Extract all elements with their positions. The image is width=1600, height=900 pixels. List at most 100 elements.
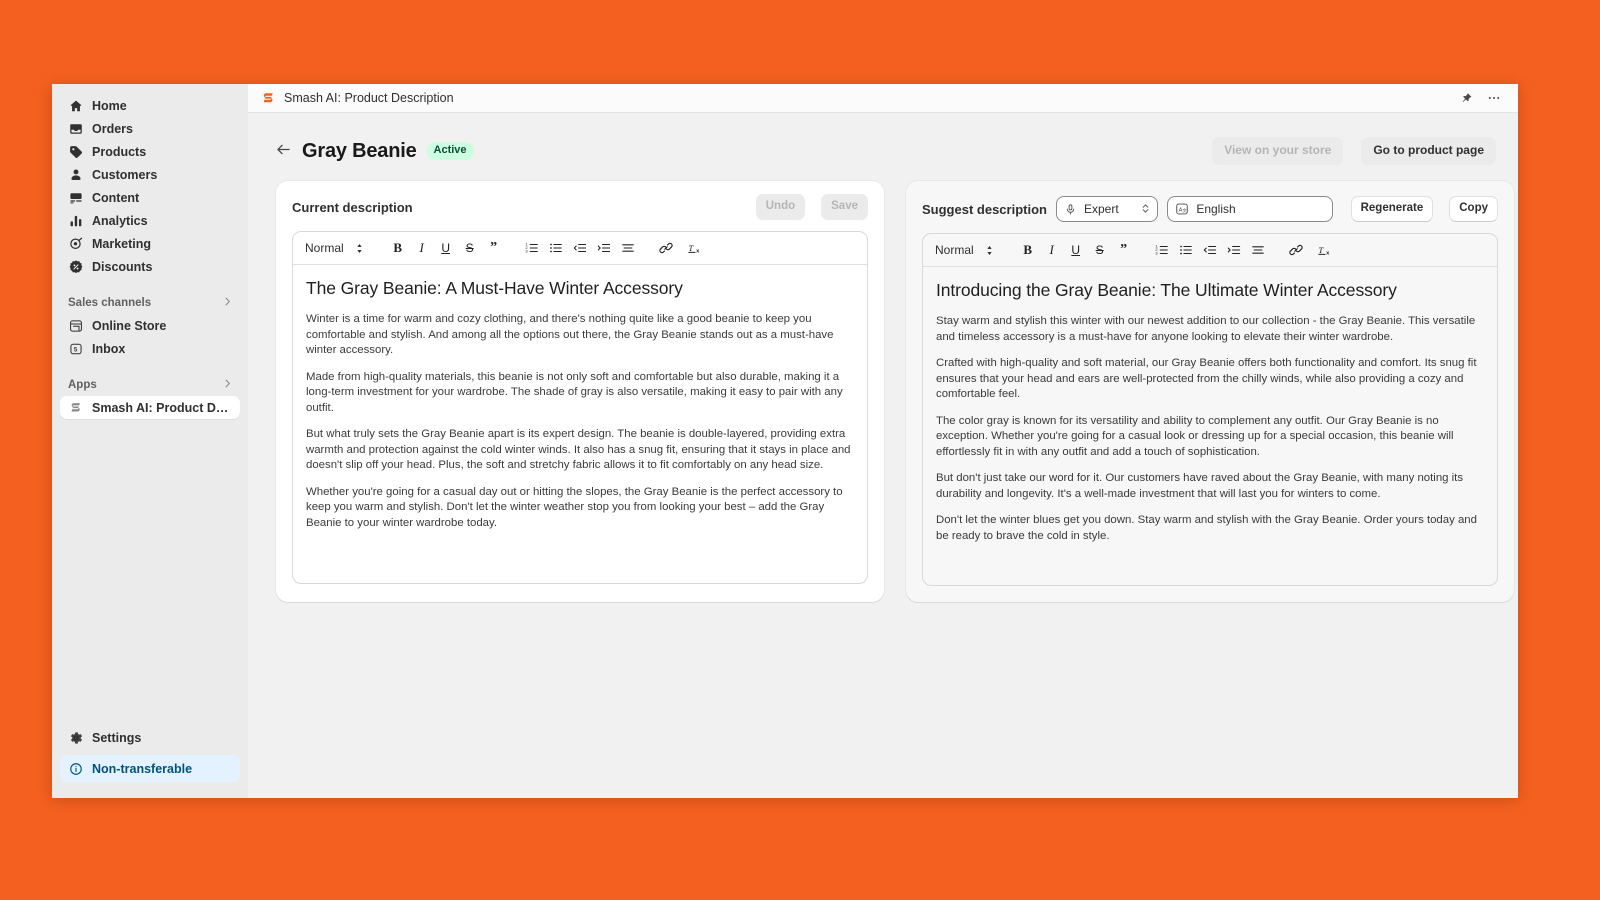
panels-row: Current description Undo Save Normal B I U S… (248, 171, 1518, 602)
sidebar-section-sales-channels[interactable]: Sales channels (60, 292, 240, 314)
svg-text:3: 3 (1155, 251, 1158, 256)
stepper-updown-icon[interactable] (979, 239, 1001, 261)
right-toolbar-blockquote[interactable]: ” (1113, 239, 1135, 261)
page-title: Gray Beanie (302, 139, 417, 162)
arrow-left-icon[interactable] (276, 143, 292, 160)
right-editor-body[interactable]: Introducing the Gray Beanie: The Ultimat… (923, 267, 1497, 585)
sidebar-item-discounts[interactable]: Discounts (60, 255, 240, 278)
right-toolbar-ordered-list[interactable]: 123 (1151, 239, 1173, 261)
right-toolbar-outdent[interactable] (1199, 239, 1221, 261)
tone-select[interactable]: Expert (1055, 196, 1159, 222)
right-doc-paragraphs: Stay warm and stylish this winter with o… (936, 314, 1484, 544)
copy-button[interactable]: Copy (1449, 196, 1498, 222)
left-doc-paragraph: But what truly sets the Gray Beanie apar… (306, 428, 851, 471)
language-select[interactable]: A文 English (1167, 196, 1333, 222)
right-doc-paragraph: But don't just take our word for it. Our… (936, 472, 1464, 500)
sidebar-item-smash-ai-product-descri[interactable]: Smash AI: Product Descri... (60, 396, 240, 419)
sidebar-item-settings[interactable]: Settings (60, 726, 240, 749)
sidebar-item-label: Smash AI: Product Descri... (92, 400, 232, 415)
sidebar-item-products[interactable]: Products (60, 140, 240, 163)
svg-text:x: x (1326, 251, 1330, 257)
sidebar-item-label: Products (92, 144, 147, 159)
suggest-description-panel: Suggest description Expert A 文 English R… (906, 181, 1514, 602)
svg-text:T: T (1319, 245, 1325, 255)
left-toolbar-underline[interactable]: U (435, 237, 457, 259)
svg-text:3: 3 (525, 249, 528, 254)
page-body: Gray Beanie Active View on your store Go… (248, 113, 1518, 798)
right-toolbar-clear-format[interactable]: Tx (1315, 239, 1337, 261)
view-on-your-store-button[interactable]: View on your store (1212, 137, 1344, 165)
stepper-updown-icon[interactable] (349, 237, 371, 259)
left-toolbar-link[interactable] (655, 237, 677, 259)
right-panel-header: Suggest description Expert A 文 English R… (922, 196, 1498, 222)
right-toolbar-underline[interactable]: U (1065, 239, 1087, 261)
left-doc-paragraph: Whether you're going for a casual day ou… (306, 485, 843, 529)
right-doc-paragraph: Crafted with high-quality and soft mater… (936, 357, 1477, 400)
left-toolbar-block-format[interactable]: Normal (302, 241, 347, 255)
sidebar-notice-label: Non-transferable (92, 761, 193, 776)
smash-s-logo (68, 400, 83, 415)
left-toolbar-ordered-list[interactable]: 123 (521, 237, 543, 259)
right-toolbar-bullet-list[interactable] (1175, 239, 1197, 261)
sidebar-section-apps[interactable]: Apps (60, 374, 240, 396)
undo-button[interactable]: Undo (755, 194, 806, 220)
sidebar-item-analytics[interactable]: Analytics (60, 209, 240, 232)
left-toolbar-strikethrough[interactable]: S (459, 237, 481, 259)
sidebar-notice-non-transferable[interactable]: Non-transferable (60, 755, 240, 782)
left-toolbar-indent[interactable] (593, 237, 615, 259)
sidebar-item-orders[interactable]: Orders (60, 117, 240, 140)
marketing-target-icon (68, 236, 83, 251)
left-toolbar-italic[interactable]: I (411, 237, 433, 259)
status-badge: Active (426, 142, 474, 160)
left-editor-body[interactable]: The Gray Beanie: A Must-Have Winter Acce… (293, 265, 867, 583)
left-toolbar-clear-format[interactable]: Tx (685, 237, 707, 259)
sidebar-section-label: Apps (68, 379, 97, 391)
page-title-row: Gray Beanie Active View on your store Go… (248, 113, 1518, 171)
right-toolbar-block-format[interactable]: Normal (932, 243, 977, 257)
sidebar-bottom: Settings Non-transferable (60, 726, 240, 788)
sidebar-item-content[interactable]: Content (60, 186, 240, 209)
app-header: Smash AI: Product Description (248, 84, 1518, 113)
regenerate-button[interactable]: Regenerate (1350, 196, 1434, 222)
sidebar-item-label: Online Store (92, 318, 167, 333)
left-doc-paragraph: Made from high-quality materials, this b… (306, 370, 843, 414)
sidebar: Home Orders Products Customers Content Analyt… (52, 84, 248, 798)
chevron-right-icon (223, 296, 232, 310)
content-icon (68, 190, 83, 205)
right-toolbar-link[interactable] (1285, 239, 1307, 261)
right-doc-paragraph: Stay warm and stylish this winter with o… (936, 315, 1476, 343)
sidebar-section-label: Sales channels (68, 297, 152, 309)
left-doc-paragraphs: Winter is a time for warm and cozy cloth… (306, 312, 854, 531)
left-doc-paragraph: Winter is a time for warm and cozy cloth… (306, 313, 834, 356)
svg-text:T: T (689, 243, 695, 253)
app-window: Home Orders Products Customers Content Analyt… (52, 84, 1518, 798)
sidebar-item-label: Inbox (92, 341, 126, 356)
main-area: Smash AI: Product Description Gray Beani… (248, 84, 1518, 798)
ellipsis-icon[interactable] (1484, 88, 1504, 108)
pin-icon[interactable] (1456, 88, 1476, 108)
current-description-editor: Normal B I U S” 1 2 3 Tx The Gray Beanie: A Must… (292, 231, 868, 584)
sidebar-item-marketing[interactable]: Marketing (60, 232, 240, 255)
sidebar-item-online-store[interactable]: Online Store (60, 314, 240, 337)
right-toolbar-italic[interactable]: I (1041, 239, 1063, 261)
left-toolbar-bold[interactable]: B (387, 237, 409, 259)
go-to-product-page-button[interactable]: Go to product page (1361, 137, 1496, 165)
sidebar-item-label: Discounts (92, 259, 153, 274)
left-toolbar-outdent[interactable] (569, 237, 591, 259)
right-editor-toolbar: Normal B I U S” 1 2 3 Tx (923, 234, 1497, 267)
sidebar-item-inbox[interactable]: 5 Inbox (60, 337, 240, 360)
save-button[interactable]: Save (821, 194, 868, 220)
right-doc-paragraph: The color gray is known for its versatil… (936, 414, 1454, 458)
sidebar-item-customers[interactable]: Customers (60, 163, 240, 186)
right-toolbar-bold[interactable]: B (1017, 239, 1039, 261)
right-toolbar-indent[interactable] (1223, 239, 1245, 261)
inbox-icon: 5 (68, 341, 83, 356)
right-toolbar-align[interactable] (1247, 239, 1269, 261)
sidebar-item-home[interactable]: Home (60, 94, 240, 117)
left-panel-title: Current description (292, 199, 413, 215)
sidebar-item-label: Analytics (92, 213, 148, 228)
right-toolbar-strikethrough[interactable]: S (1089, 239, 1111, 261)
left-toolbar-bullet-list[interactable] (545, 237, 567, 259)
left-toolbar-blockquote[interactable]: ” (483, 237, 505, 259)
left-toolbar-align[interactable] (617, 237, 639, 259)
